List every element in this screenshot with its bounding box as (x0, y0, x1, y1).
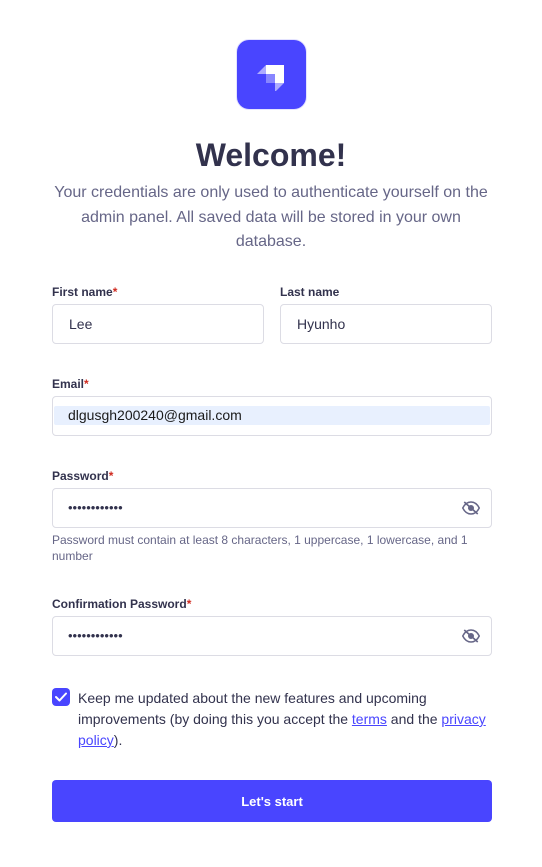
news-checkbox[interactable] (52, 688, 70, 706)
eye-off-icon[interactable] (462, 629, 480, 643)
registration-page: Welcome! Your credentials are only used … (0, 0, 542, 867)
email-label: Email* (52, 377, 89, 391)
consent-text-after: ). (113, 732, 123, 748)
required-mark: * (108, 469, 114, 483)
email-input-value[interactable]: dlgusgh200240@gmail.com (54, 406, 490, 425)
password-label: Password* (52, 469, 113, 483)
news-consent-text: Keep me updated about the new features a… (78, 688, 498, 751)
first-name-input[interactable] (52, 304, 264, 344)
required-mark: * (112, 285, 118, 299)
last-name-input[interactable] (280, 304, 492, 344)
terms-link[interactable]: terms (352, 711, 387, 727)
password-masked-value: •••••••••••• (68, 500, 123, 515)
password-hint: Password must contain at least 8 charact… (52, 533, 468, 563)
confirm-password-masked-value: •••••••••••• (68, 628, 123, 643)
eye-off-icon[interactable] (462, 501, 480, 515)
required-mark: * (84, 377, 89, 391)
password-label-text: Password (52, 469, 109, 483)
checkmark-icon (55, 692, 67, 702)
first-name-label: First name* (52, 285, 117, 299)
strapi-logo-icon (237, 40, 306, 109)
lets-start-button[interactable]: Let's start (52, 780, 492, 822)
first-name-label-text: First name (52, 285, 113, 299)
page-title: Welcome! (195, 137, 347, 173)
consent-text-middle: and the (386, 711, 442, 727)
required-mark: * (186, 597, 192, 611)
confirm-password-label: Confirmation Password* (52, 597, 191, 611)
email-label-text: Email (52, 377, 85, 391)
last-name-label: Last name (280, 285, 340, 299)
confirm-password-label-text: Confirmation Password (52, 597, 187, 611)
page-subtitle: Your credentials are only used to authen… (54, 184, 488, 250)
